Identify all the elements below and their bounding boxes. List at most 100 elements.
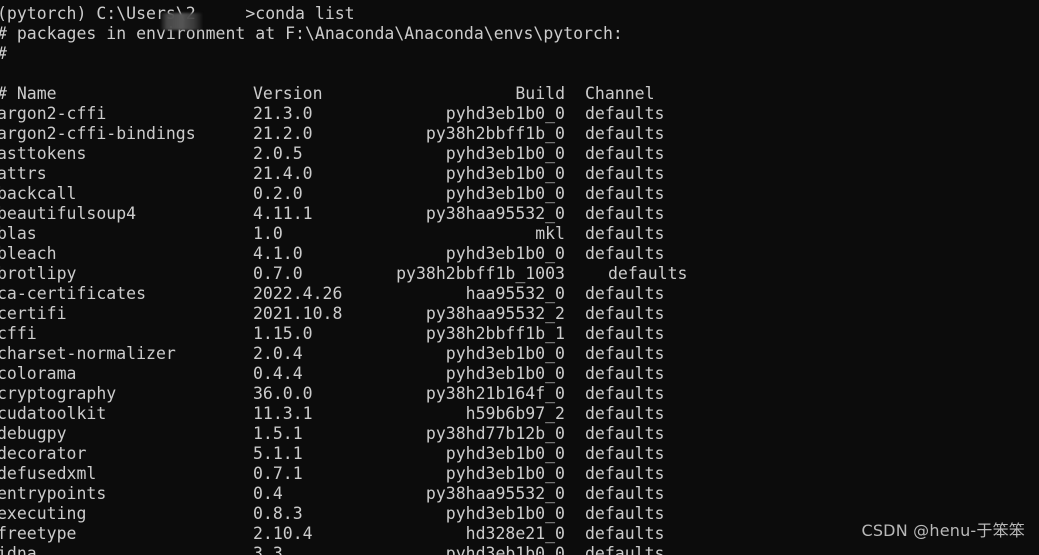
package-channel: defaults — [585, 104, 665, 123]
package-build: py38h2bbff1b_1 — [425, 324, 565, 343]
package-channel: defaults — [585, 544, 665, 555]
table-row: entrypoints 0.4 py38haa95532_0 defaults — [0, 484, 1039, 504]
package-build: py38h2bbff1b_1003 — [396, 264, 565, 283]
package-name: idna — [0, 544, 37, 555]
package-name: certifi — [0, 304, 67, 323]
column-header-channel: Channel — [585, 84, 655, 103]
package-build: py38haa95532_0 — [425, 484, 565, 503]
package-channel: defaults — [585, 304, 665, 323]
package-version: 0.4 — [253, 484, 283, 503]
package-channel: defaults — [585, 404, 665, 423]
comment-line: # — [0, 44, 1039, 64]
package-name: backcall — [0, 184, 77, 203]
package-build: py38h21b164f_0 — [425, 384, 565, 403]
package-channel: defaults — [608, 264, 688, 283]
package-channel: defaults — [585, 464, 665, 483]
package-build: pyhd3eb1b0_0 — [445, 244, 565, 263]
package-name: brotlipy — [0, 264, 77, 283]
package-channel: defaults — [585, 244, 665, 263]
terminal-window[interactable]: (pytorch) C:\Users\2 >conda list # packa… — [0, 0, 1039, 555]
table-row: cryptography 36.0.0 py38h21b164f_0 defaults — [0, 384, 1039, 404]
table-row: decorator 5.1.1 pyhd3eb1b0_0 defaults — [0, 444, 1039, 464]
table-row: debugpy 1.5.1 py38hd77b12b_0 defaults — [0, 424, 1039, 444]
table-row: bleach 4.1.0 pyhd3eb1b0_0 defaults — [0, 244, 1039, 264]
package-name: cudatoolkit — [0, 404, 107, 423]
prompt-line: (pytorch) C:\Users\2 >conda list — [0, 4, 355, 23]
package-channel: defaults — [585, 284, 665, 303]
package-build: py38haa95532_2 — [425, 304, 565, 323]
table-row: defusedxml 0.7.1 pyhd3eb1b0_0 defaults — [0, 464, 1039, 484]
package-channel: defaults — [585, 384, 665, 403]
package-build: pyhd3eb1b0_0 — [445, 104, 565, 123]
package-build: pyhd3eb1b0_0 — [445, 504, 565, 523]
package-version: 4.1.0 — [253, 244, 303, 263]
package-version: 5.1.1 — [253, 444, 303, 463]
package-version: 0.8.3 — [253, 504, 303, 523]
package-version: 0.2.0 — [253, 184, 303, 203]
package-channel: defaults — [585, 504, 665, 523]
package-channel: defaults — [585, 324, 665, 343]
table-row: beautifulsoup4 4.11.1 py38haa95532_0 defaul… — [0, 204, 1039, 224]
package-name: entrypoints — [0, 484, 107, 503]
package-name: cryptography — [0, 384, 117, 403]
table-row: colorama 0.4.4 pyhd3eb1b0_0 defaults — [0, 364, 1039, 384]
package-version: 0.7.1 — [253, 464, 303, 483]
package-build: py38h2bbff1b_0 — [425, 124, 565, 143]
terminal-screen: (pytorch) C:\Users\2 >conda list # packa… — [0, 4, 1039, 555]
package-name: beautifulsoup4 — [0, 204, 137, 223]
table-row: ca-certificates 2022.4.26 haa95532_0 defaul… — [0, 284, 1039, 304]
table-row: argon2-cffi-bindings 21.2.0 py38h2bbff1b_0… — [0, 124, 1039, 144]
package-name: executing — [0, 504, 87, 523]
table-row: backcall 0.2.0 pyhd3eb1b0_0 defaults — [0, 184, 1039, 204]
table-row: cudatoolkit 11.3.1 h59b6b97_2 defaults — [0, 404, 1039, 424]
table-row: attrs 21.4.0 pyhd3eb1b0_0 defaults — [0, 164, 1039, 184]
package-build: pyhd3eb1b0_0 — [445, 144, 565, 163]
package-channel: defaults — [585, 444, 665, 463]
package-version: 1.5.1 — [253, 424, 303, 443]
package-build: mkl — [535, 224, 565, 243]
package-name: freetype — [0, 524, 77, 543]
package-build: pyhd3eb1b0_0 — [445, 464, 565, 483]
table-row: charset-normalizer 2.0.4 pyhd3eb1b0_0 defau… — [0, 344, 1039, 364]
package-channel: defaults — [585, 364, 665, 383]
package-build: haa95532_0 — [465, 284, 565, 303]
package-channel: defaults — [585, 224, 665, 243]
package-build: py38haa95532_0 — [425, 204, 565, 223]
package-version: 2.0.4 — [253, 344, 303, 363]
package-name: charset-normalizer — [0, 344, 176, 363]
package-list: argon2-cffi 21.3.0 pyhd3eb1b0_0 defaults arg… — [0, 104, 1039, 555]
package-version: 0.7.0 — [253, 264, 303, 283]
package-channel: defaults — [585, 424, 665, 443]
package-name: ca-certificates — [0, 284, 147, 303]
package-channel: defaults — [585, 124, 665, 143]
package-name: blas — [0, 224, 37, 243]
package-build: h59b6b97_2 — [465, 404, 565, 423]
package-build: pyhd3eb1b0_0 — [445, 184, 565, 203]
package-channel: defaults — [585, 144, 665, 163]
package-name: attrs — [0, 164, 47, 183]
table-row: blas 1.0 mkl defaults — [0, 224, 1039, 244]
column-header-name: # Name — [0, 84, 57, 103]
table-row: cffi 1.15.0 py38h2bbff1b_1 defaults — [0, 324, 1039, 344]
package-build: pyhd3eb1b0_0 — [445, 344, 565, 363]
package-version: 1.0 — [253, 224, 283, 243]
table-row: brotlipy 0.7.0 py38h2bbff1b_1003 defaults — [0, 264, 1039, 284]
environment-header-line: # packages in environment at F:\Anaconda… — [0, 24, 623, 43]
table-row: argon2-cffi 21.3.0 pyhd3eb1b0_0 defaults — [0, 104, 1039, 124]
package-channel: defaults — [585, 184, 665, 203]
package-name: defusedxml — [0, 464, 97, 483]
table-header-row: # Name Version Build Channel — [0, 84, 1039, 104]
package-channel: defaults — [585, 344, 665, 363]
package-name: argon2-cffi-bindings — [0, 124, 196, 143]
package-channel: defaults — [585, 204, 665, 223]
package-name: bleach — [0, 244, 57, 263]
package-build: pyhd3eb1b0_0 — [445, 444, 565, 463]
csdn-watermark: CSDN @henu-于笨笨 — [861, 521, 1025, 540]
package-version: 0.4.4 — [253, 364, 303, 383]
package-build: py38hd77b12b_0 — [425, 424, 565, 443]
package-name: debugpy — [0, 424, 67, 443]
package-build: pyhd3eb1b0_0 — [445, 364, 565, 383]
package-version: 3.3 — [253, 544, 283, 555]
package-name: decorator — [0, 444, 87, 463]
